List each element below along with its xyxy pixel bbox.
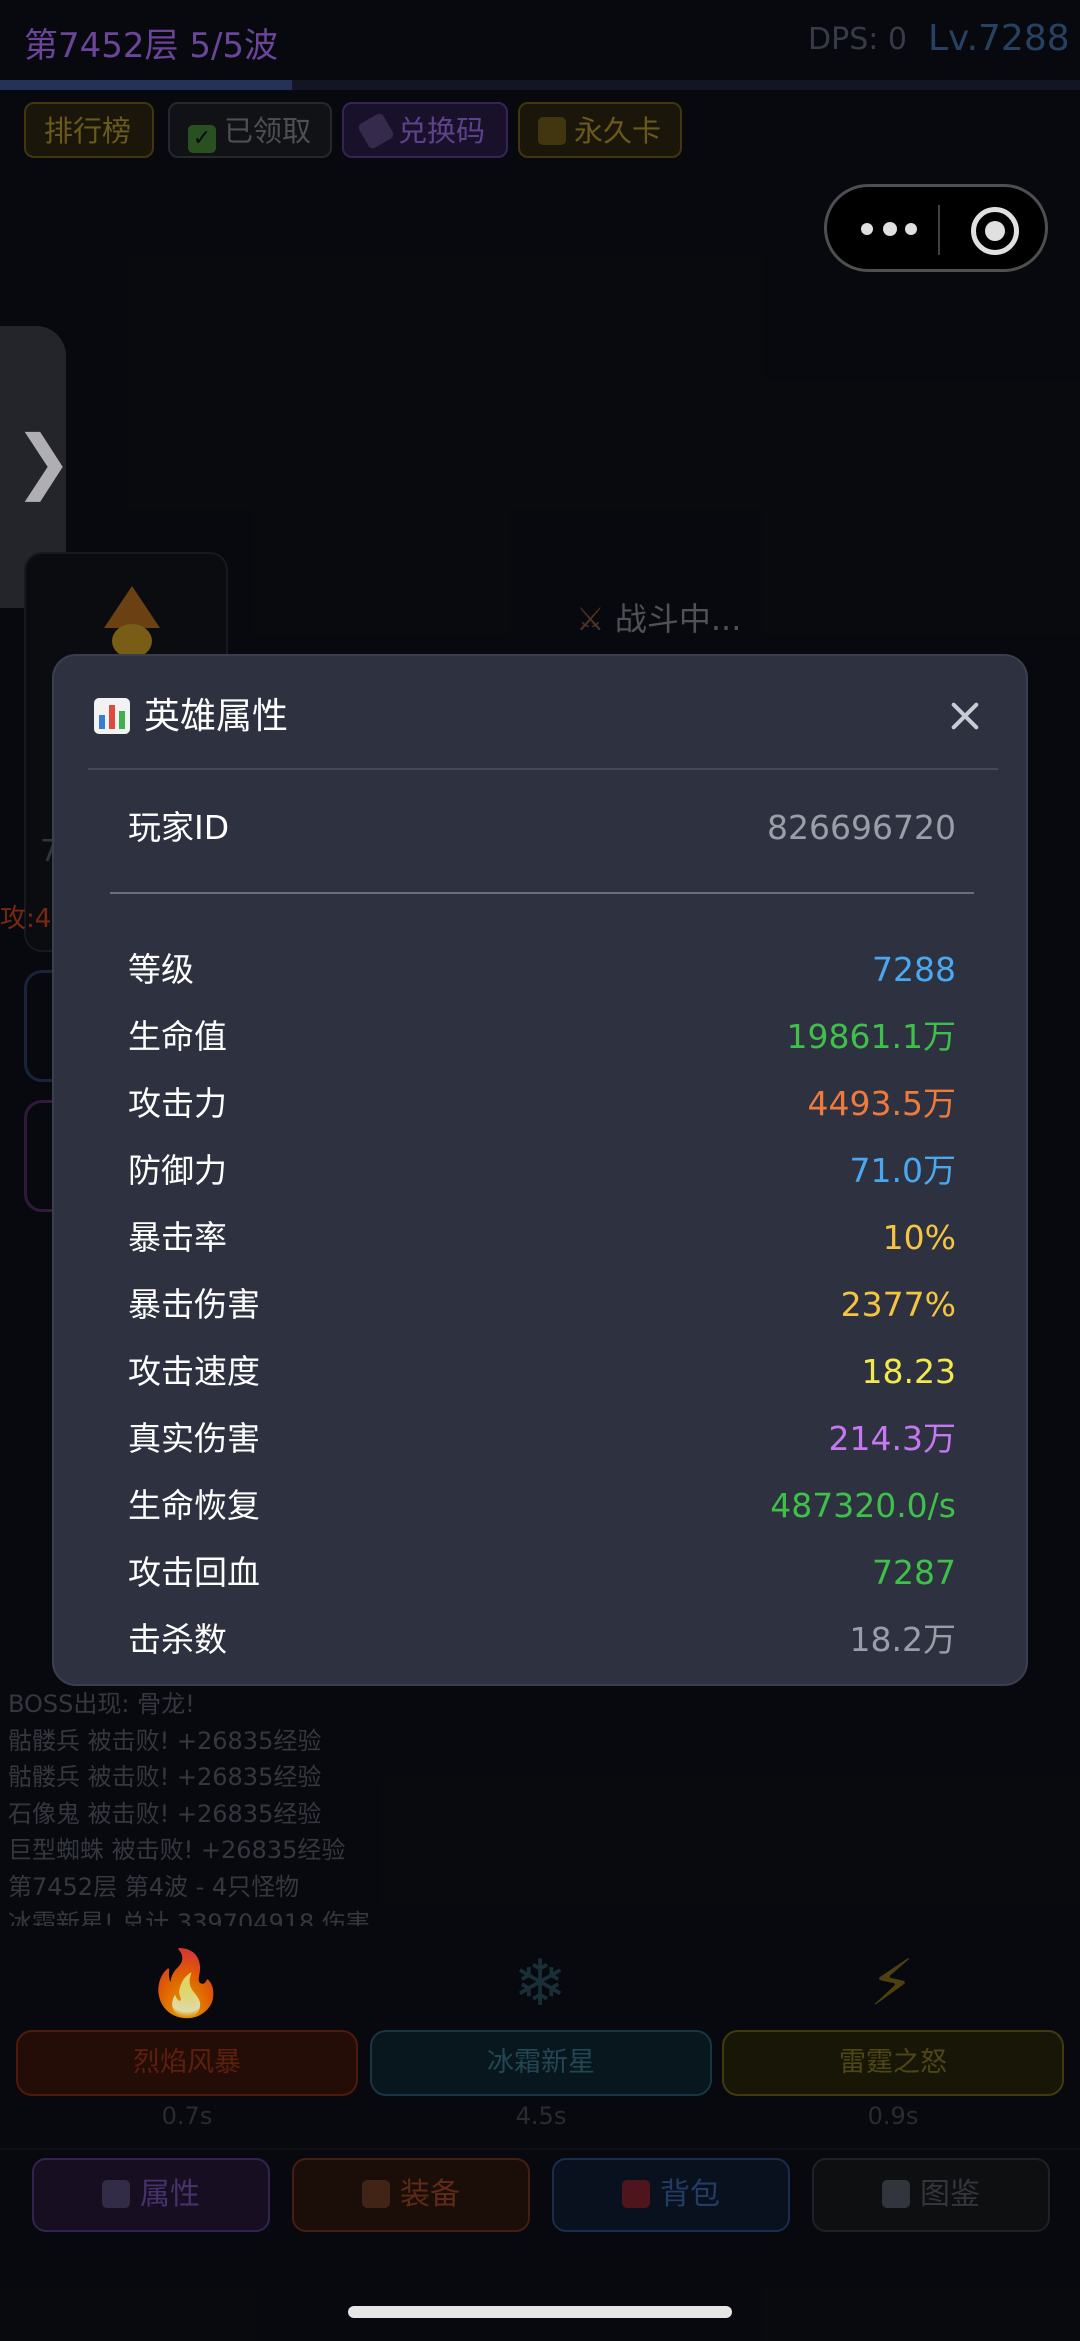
- stat-row: 暴击伤害 2377%: [128, 1277, 956, 1333]
- stat-label: 攻击回血: [128, 1553, 260, 1592]
- stat-label: 暴击率: [128, 1218, 227, 1257]
- stat-value: 7287: [872, 1553, 956, 1592]
- stat-label: 真实伤害: [128, 1419, 260, 1458]
- stat-value: 214.3万: [828, 1419, 956, 1458]
- player-id-row: 玩家ID 826696720: [128, 800, 956, 856]
- stat-row: 防御力 71.0万: [128, 1143, 956, 1199]
- bar-chart-icon: [94, 698, 130, 734]
- stat-value: 18.2万: [849, 1620, 956, 1659]
- title-divider: [88, 768, 998, 770]
- stat-label: 生命恢复: [128, 1486, 260, 1525]
- stat-value: 7288: [872, 950, 956, 989]
- stat-label: 防御力: [128, 1151, 227, 1190]
- stat-row: 生命恢复 487320.0/s: [128, 1478, 956, 1534]
- player-id-label: 玩家ID: [128, 808, 230, 847]
- stat-row: 等级 7288: [128, 942, 956, 998]
- stat-row: 暴击率 10%: [128, 1210, 956, 1266]
- stat-label: 击杀数: [128, 1620, 227, 1659]
- stat-row: 生命值 19861.1万: [128, 1009, 956, 1065]
- stat-label: 攻击力: [128, 1084, 227, 1123]
- stat-value: 10%: [882, 1218, 956, 1257]
- stat-label: 生命值: [128, 1017, 227, 1056]
- stat-label: 暴击伤害: [128, 1285, 260, 1324]
- stat-label: 攻击速度: [128, 1352, 260, 1391]
- stat-row: 真实伤害 214.3万: [128, 1411, 956, 1467]
- player-id-value: 826696720: [767, 808, 956, 847]
- stat-value: 71.0万: [849, 1151, 956, 1190]
- modal-title: 英雄属性: [144, 696, 289, 737]
- stat-value: 19861.1万: [786, 1017, 956, 1056]
- hero-attributes-modal: 英雄属性 玩家ID 826696720 等级 7288 生命值 19861.1万攻击力…: [52, 654, 1028, 1686]
- player-id-divider: [110, 892, 974, 894]
- stat-row: 攻击力 4493.5万: [128, 1076, 956, 1132]
- home-indicator: [348, 2306, 732, 2318]
- stat-label: 等级: [128, 950, 194, 989]
- stat-row: 攻击速度 18.23: [128, 1344, 956, 1400]
- stat-value: 4493.5万: [807, 1084, 956, 1123]
- stat-value: 487320.0/s: [770, 1486, 956, 1525]
- stat-row: 击杀数 18.2万: [128, 1612, 956, 1668]
- close-icon[interactable]: [944, 696, 986, 738]
- stat-value: 2377%: [840, 1285, 956, 1324]
- stat-row: 攻击回血 7287: [128, 1545, 956, 1601]
- stat-value: 18.23: [861, 1352, 956, 1391]
